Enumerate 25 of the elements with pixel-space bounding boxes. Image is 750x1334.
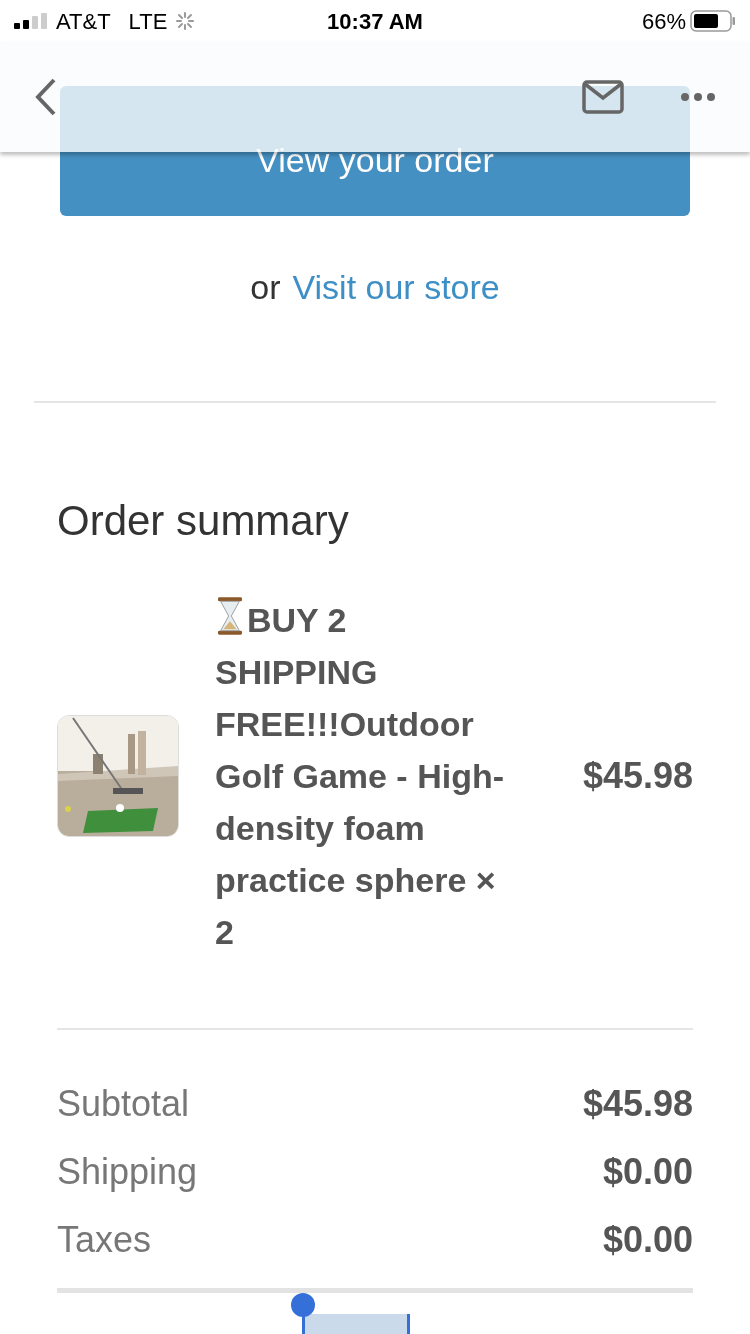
network-type: LTE — [128, 7, 168, 36]
visit-store-link[interactable]: Visit our store — [292, 262, 500, 313]
total-label: Subtotal — [57, 1082, 190, 1126]
product-title: BUY 2 SHIPPING FREE!!!Outdoor Golf Game - High-density foam practice sphere × 2 — [215, 594, 515, 958]
total-value: $45.98 — [582, 1082, 693, 1126]
carrier-name: AT&T — [56, 7, 111, 36]
battery-percentage: 66% — [641, 7, 686, 36]
more-button[interactable] — [680, 91, 716, 103]
back-icon — [34, 77, 58, 117]
signal-icon — [14, 13, 48, 29]
total-label: Shipping — [57, 1150, 198, 1194]
total-value: $0.00 — [602, 1218, 693, 1262]
selection-handle[interactable] — [291, 1293, 315, 1317]
loading-icon — [175, 11, 196, 31]
product-price: $45.98 — [581, 754, 693, 798]
mail-icon — [582, 80, 624, 114]
more-icon — [680, 92, 716, 102]
hourglass-icon — [215, 596, 245, 636]
total-value: $0.00 — [602, 1150, 693, 1194]
section-title: Order summary — [57, 496, 350, 546]
or-text: or — [250, 267, 281, 308]
mail-button[interactable] — [582, 79, 626, 115]
clock-time: 10:37 AM — [327, 7, 423, 36]
battery-icon — [690, 10, 736, 32]
total-label: Taxes — [57, 1218, 152, 1262]
